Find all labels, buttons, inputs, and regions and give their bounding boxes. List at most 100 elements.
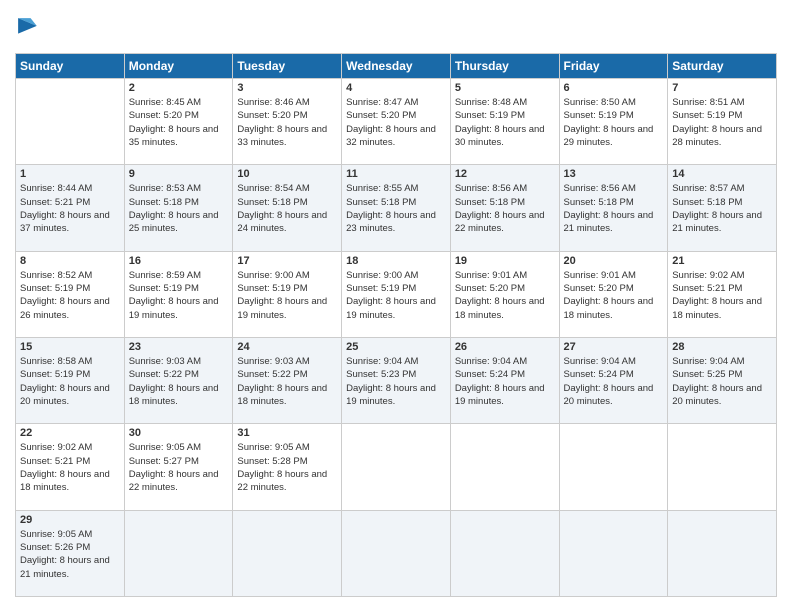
calendar-header-row: SundayMondayTuesdayWednesdayThursdayFrid… — [16, 54, 777, 79]
day-info: Sunrise: 8:46 AMSunset: 5:20 PMDaylight:… — [237, 96, 337, 149]
day-header-friday: Friday — [559, 54, 668, 79]
day-cell-15: 15 Sunrise: 8:58 AMSunset: 5:19 PMDayligh… — [16, 337, 125, 423]
day-number: 29 — [20, 514, 120, 526]
day-number: 18 — [346, 255, 446, 267]
day-info: Sunrise: 9:00 AMSunset: 5:19 PMDaylight:… — [237, 269, 337, 322]
day-cell-30: 30 Sunrise: 9:05 AMSunset: 5:27 PMDayligh… — [124, 424, 233, 510]
calendar-row-4: 15 Sunrise: 8:58 AMSunset: 5:19 PMDayligh… — [16, 337, 777, 423]
day-cell-18: 18Sunrise: 9:00 AMSunset: 5:19 PMDayligh… — [342, 251, 451, 337]
calendar-row-3: 8 Sunrise: 8:52 AMSunset: 5:19 PMDaylight… — [16, 251, 777, 337]
day-cell-16: 16 Sunrise: 8:59 AMSunset: 5:19 PMDayligh… — [124, 251, 233, 337]
day-info: Sunrise: 8:47 AMSunset: 5:20 PMDaylight:… — [346, 96, 446, 149]
day-cell-6: 6 Sunrise: 8:50 AMSunset: 5:19 PMDaylight… — [559, 79, 668, 165]
day-number: 13 — [564, 168, 664, 180]
day-number: 8 — [20, 255, 120, 267]
day-number: 21 — [672, 255, 772, 267]
day-info: Sunrise: 8:53 AMSunset: 5:18 PMDaylight:… — [129, 182, 229, 235]
page: SundayMondayTuesdayWednesdayThursdayFrid… — [0, 0, 792, 612]
day-cell-20: 20Sunrise: 9:01 AMSunset: 5:20 PMDayligh… — [559, 251, 668, 337]
day-number: 24 — [237, 341, 337, 353]
day-number: 19 — [455, 255, 555, 267]
day-info: Sunrise: 9:05 AMSunset: 5:28 PMDaylight:… — [237, 441, 337, 494]
calendar-row-2: 1 Sunrise: 8:44 AMSunset: 5:21 PMDaylight… — [16, 165, 777, 251]
day-info: Sunrise: 8:52 AMSunset: 5:19 PMDaylight:… — [20, 269, 120, 322]
day-header-thursday: Thursday — [450, 54, 559, 79]
day-cell-7: 7 Sunrise: 8:51 AMSunset: 5:19 PMDaylight… — [668, 79, 777, 165]
day-number: 25 — [346, 341, 446, 353]
day-number: 17 — [237, 255, 337, 267]
day-cell-14: 14 Sunrise: 8:57 AMSunset: 5:18 PMDayligh… — [668, 165, 777, 251]
day-header-wednesday: Wednesday — [342, 54, 451, 79]
logo-icon — [15, 15, 43, 43]
day-cell-5: 5 Sunrise: 8:48 AMSunset: 5:19 PMDaylight… — [450, 79, 559, 165]
day-cell-26: 26 Sunrise: 9:04 AMSunset: 5:24 PMDayligh… — [450, 337, 559, 423]
calendar: SundayMondayTuesdayWednesdayThursdayFrid… — [15, 53, 777, 597]
day-cell-1: 1 Sunrise: 8:44 AMSunset: 5:21 PMDaylight… — [16, 165, 125, 251]
empty-cell — [124, 510, 233, 596]
day-number: 30 — [129, 427, 229, 439]
day-number: 11 — [346, 168, 446, 180]
empty-cell — [450, 510, 559, 596]
calendar-row-5: 22 Sunrise: 9:02 AMSunset: 5:21 PMDayligh… — [16, 424, 777, 510]
day-cell-4: 4 Sunrise: 8:47 AMSunset: 5:20 PMDaylight… — [342, 79, 451, 165]
day-number: 15 — [20, 341, 120, 353]
day-header-saturday: Saturday — [668, 54, 777, 79]
day-info: Sunrise: 9:04 AMSunset: 5:23 PMDaylight:… — [346, 355, 446, 408]
empty-cell — [668, 424, 777, 510]
day-info: Sunrise: 8:58 AMSunset: 5:19 PMDaylight:… — [20, 355, 120, 408]
empty-cell — [342, 424, 451, 510]
day-number: 23 — [129, 341, 229, 353]
day-number: 9 — [129, 168, 229, 180]
day-number: 12 — [455, 168, 555, 180]
day-cell-21: 21 Sunrise: 9:02 AMSunset: 5:21 PMDayligh… — [668, 251, 777, 337]
empty-cell — [668, 510, 777, 596]
day-info: Sunrise: 9:02 AMSunset: 5:21 PMDaylight:… — [672, 269, 772, 322]
day-info: Sunrise: 8:45 AMSunset: 5:20 PMDaylight:… — [129, 96, 229, 149]
day-info: Sunrise: 8:44 AMSunset: 5:21 PMDaylight:… — [20, 182, 120, 235]
day-info: Sunrise: 9:04 AMSunset: 5:24 PMDaylight:… — [455, 355, 555, 408]
day-info: Sunrise: 8:54 AMSunset: 5:18 PMDaylight:… — [237, 182, 337, 235]
day-number: 2 — [129, 82, 229, 94]
day-number: 22 — [20, 427, 120, 439]
day-cell-29: 29 Sunrise: 9:05 AMSunset: 5:26 PMDayligh… — [16, 510, 125, 596]
day-info: Sunrise: 8:50 AMSunset: 5:19 PMDaylight:… — [564, 96, 664, 149]
day-number: 1 — [20, 168, 120, 180]
day-number: 7 — [672, 82, 772, 94]
empty-cell — [450, 424, 559, 510]
day-info: Sunrise: 9:03 AMSunset: 5:22 PMDaylight:… — [237, 355, 337, 408]
day-cell-3: 3 Sunrise: 8:46 AMSunset: 5:20 PMDaylight… — [233, 79, 342, 165]
day-cell-10: 10 Sunrise: 8:54 AMSunset: 5:18 PMDayligh… — [233, 165, 342, 251]
header — [15, 15, 777, 43]
day-info: Sunrise: 9:01 AMSunset: 5:20 PMDaylight:… — [564, 269, 664, 322]
day-number: 14 — [672, 168, 772, 180]
day-info: Sunrise: 8:57 AMSunset: 5:18 PMDaylight:… — [672, 182, 772, 235]
day-info: Sunrise: 8:56 AMSunset: 5:18 PMDaylight:… — [564, 182, 664, 235]
day-header-tuesday: Tuesday — [233, 54, 342, 79]
day-info: Sunrise: 8:55 AMSunset: 5:18 PMDaylight:… — [346, 182, 446, 235]
day-number: 3 — [237, 82, 337, 94]
day-info: Sunrise: 9:05 AMSunset: 5:27 PMDaylight:… — [129, 441, 229, 494]
day-number: 28 — [672, 341, 772, 353]
day-info: Sunrise: 9:05 AMSunset: 5:26 PMDaylight:… — [20, 528, 120, 581]
day-number: 27 — [564, 341, 664, 353]
day-number: 4 — [346, 82, 446, 94]
day-info: Sunrise: 8:56 AMSunset: 5:18 PMDaylight:… — [455, 182, 555, 235]
day-header-monday: Monday — [124, 54, 233, 79]
day-info: Sunrise: 8:48 AMSunset: 5:19 PMDaylight:… — [455, 96, 555, 149]
day-info: Sunrise: 8:51 AMSunset: 5:19 PMDaylight:… — [672, 96, 772, 149]
day-number: 6 — [564, 82, 664, 94]
day-cell-22: 22 Sunrise: 9:02 AMSunset: 5:21 PMDayligh… — [16, 424, 125, 510]
day-number: 16 — [129, 255, 229, 267]
day-cell-31: 31Sunrise: 9:05 AMSunset: 5:28 PMDayligh… — [233, 424, 342, 510]
day-cell-25: 25 Sunrise: 9:04 AMSunset: 5:23 PMDayligh… — [342, 337, 451, 423]
day-cell-11: 11 Sunrise: 8:55 AMSunset: 5:18 PMDayligh… — [342, 165, 451, 251]
day-cell-17: 17 Sunrise: 9:00 AMSunset: 5:19 PMDayligh… — [233, 251, 342, 337]
empty-cell — [342, 510, 451, 596]
day-info: Sunrise: 8:59 AMSunset: 5:19 PMDaylight:… — [129, 269, 229, 322]
day-number: 5 — [455, 82, 555, 94]
day-cell-9: 9 Sunrise: 8:53 AMSunset: 5:18 PMDaylight… — [124, 165, 233, 251]
day-number: 26 — [455, 341, 555, 353]
day-number: 10 — [237, 168, 337, 180]
day-info: Sunrise: 9:04 AMSunset: 5:25 PMDaylight:… — [672, 355, 772, 408]
day-info: Sunrise: 9:02 AMSunset: 5:21 PMDaylight:… — [20, 441, 120, 494]
